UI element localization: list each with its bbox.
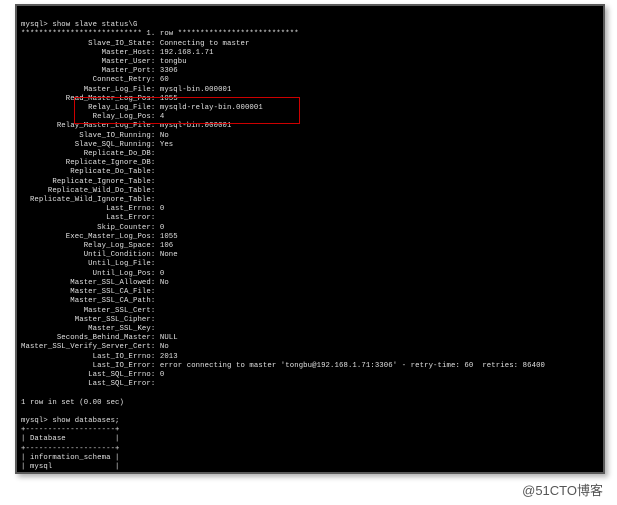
- terminal-window: mysql> show slave status\G *************…: [15, 4, 605, 474]
- table-border-mid: +--------------------+: [21, 445, 120, 453]
- table-border-top: +--------------------+: [21, 426, 120, 434]
- watermark: @51CTO博客: [522, 480, 603, 499]
- terminal-output[interactable]: mysql> show slave status\G *************…: [17, 6, 603, 474]
- result-footer-1: 1 row in set (0.00 sec): [21, 399, 124, 407]
- mysql-prompt-2: mysql> show databases;: [21, 417, 120, 425]
- table-header: | Database |: [21, 435, 120, 443]
- database-rows: | information_schema | | mysql |: [21, 454, 120, 471]
- table-border-bot: +--------------------+: [21, 472, 120, 474]
- slave-status-rows: Slave_IO_State: Connecting to master Mas…: [21, 40, 545, 389]
- mysql-prompt-1: mysql> show slave status\G: [21, 21, 137, 29]
- row-sep: *************************** 1. row *****…: [21, 30, 299, 38]
